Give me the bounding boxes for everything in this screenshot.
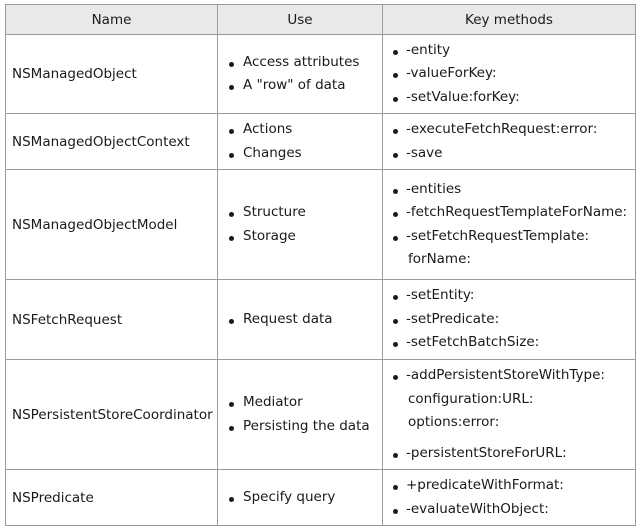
method-continuation: options:error: <box>408 414 500 430</box>
methods-list: -executeFetchRequest:error: -save <box>383 118 635 165</box>
list-item: Actions <box>229 118 382 142</box>
header-use: Use <box>217 4 383 35</box>
list-item: -setEntity: <box>393 284 635 308</box>
header-key-methods: Key methods <box>382 4 636 35</box>
list-item: -evaluateWithObject: <box>393 498 635 522</box>
methods-cell: -addPersistentStoreWithType: configurati… <box>382 359 636 470</box>
methods-cell: -setEntity: -setPredicate: -setFetchBatc… <box>382 279 636 360</box>
core-data-classes-table: Name Use Key methods NSManagedObject Acc… <box>5 4 636 526</box>
list-item: -save <box>393 142 635 166</box>
table-row: NSFetchRequest Request data -setEntity: … <box>5 279 636 360</box>
list-item: -entity <box>393 39 635 63</box>
class-name: NSManagedObjectContext <box>5 113 218 170</box>
table-row: NSManagedObjectContext Actions Changes -… <box>5 113 636 170</box>
list-item: -executeFetchRequest:error: <box>393 118 635 142</box>
method-continuation: forName: <box>408 251 471 267</box>
list-item: -setValue:forKey: <box>393 86 635 110</box>
header-name: Name <box>5 4 218 35</box>
list-item: -persistentStoreForURL: <box>393 442 635 466</box>
table-row: NSPredicate Specify query +predicateWith… <box>5 469 636 526</box>
list-item: -setPredicate: <box>393 308 635 332</box>
methods-list: -entities -fetchRequestTemplateForName: … <box>383 178 635 272</box>
list-item: Storage <box>229 225 382 249</box>
list-item: -entities <box>393 178 635 202</box>
list-item: -valueForKey: <box>393 62 635 86</box>
class-name: NSManagedObject <box>5 34 218 114</box>
list-item: A "row" of data <box>229 74 382 98</box>
methods-list: -addPersistentStoreWithType: configurati… <box>383 364 635 465</box>
use-cell: Specify query <box>217 469 383 526</box>
use-cell: Structure Storage <box>217 169 383 280</box>
methods-cell: +predicateWithFormat: -evaluateWithObjec… <box>382 469 636 526</box>
method-continuation: configuration:URL: <box>408 390 534 407</box>
list-item: Changes <box>229 142 382 166</box>
class-name: NSManagedObjectModel <box>5 169 218 280</box>
class-name: NSPredicate <box>5 469 218 526</box>
use-cell: Actions Changes <box>217 113 383 170</box>
use-cell: Mediator Persisting the data <box>217 359 383 470</box>
use-list: Request data <box>218 308 382 332</box>
class-name: NSFetchRequest <box>5 279 218 360</box>
table-row: NSManagedObjectModel Structure Storage -… <box>5 169 636 280</box>
methods-list: +predicateWithFormat: -evaluateWithObjec… <box>383 474 635 521</box>
list-item: -addPersistentStoreWithType: <box>393 364 635 388</box>
use-cell: Access attributes A "row" of data <box>217 34 383 114</box>
list-item: Mediator <box>229 391 382 415</box>
use-list: Access attributes A "row" of data <box>218 51 382 98</box>
use-cell: Request data <box>217 279 383 360</box>
methods-cell: -executeFetchRequest:error: -save <box>382 113 636 170</box>
list-item: Request data <box>229 308 382 332</box>
list-item: -setFetchRequestTemplate: <box>393 225 635 249</box>
list-item: Access attributes <box>229 51 382 75</box>
methods-cell: -entities -fetchRequestTemplateForName: … <box>382 169 636 280</box>
list-item: +predicateWithFormat: <box>393 474 635 498</box>
list-item: Persisting the data <box>229 415 382 439</box>
list-item: -setFetchBatchSize: <box>393 331 635 355</box>
list-item: Specify query <box>229 486 382 510</box>
table-row: NSPersistentStoreCoordinator Mediator Pe… <box>5 359 636 470</box>
class-name: NSPersistentStoreCoordinator <box>5 359 218 470</box>
list-item: Structure <box>229 201 382 225</box>
use-list: Mediator Persisting the data <box>218 391 382 438</box>
header-row: Name Use Key methods <box>5 4 636 35</box>
list-item: -fetchRequestTemplateForName: <box>393 201 635 225</box>
table-row: NSManagedObject Access attributes A "row… <box>5 34 636 114</box>
use-list: Specify query <box>218 486 382 510</box>
methods-list: -entity -valueForKey: -setValue:forKey: <box>383 39 635 110</box>
methods-cell: -entity -valueForKey: -setValue:forKey: <box>382 34 636 114</box>
methods-list: -setEntity: -setPredicate: -setFetchBatc… <box>383 284 635 355</box>
use-list: Structure Storage <box>218 201 382 248</box>
use-list: Actions Changes <box>218 118 382 165</box>
